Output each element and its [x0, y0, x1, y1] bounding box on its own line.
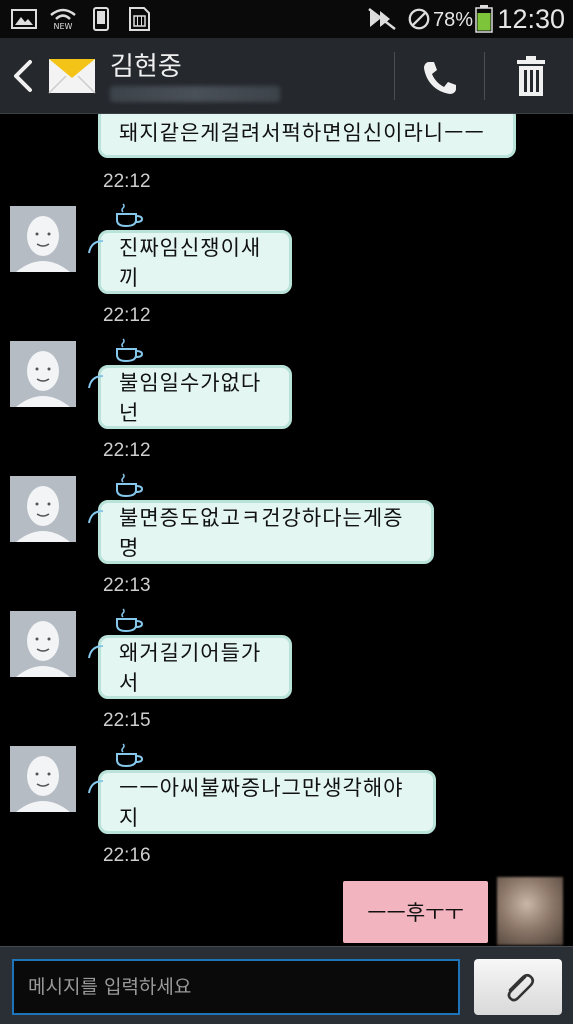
- avatar[interactable]: [10, 206, 76, 272]
- phone-icon: [93, 7, 109, 31]
- cup-icon: [116, 608, 144, 633]
- bubble-tail: [88, 375, 103, 389]
- composer-bar: [0, 946, 573, 1024]
- message-timestamp: 22:12: [103, 440, 151, 461]
- message-text: ㅡㅡ아씨불짜증나그만생각해야지: [119, 776, 404, 830]
- clock: 12:30: [497, 4, 565, 34]
- battery-icon: [475, 5, 493, 33]
- call-icon[interactable]: [412, 56, 464, 100]
- contact-name: 김현중: [110, 52, 182, 82]
- message-envelope-icon: [48, 59, 96, 94]
- avatar[interactable]: [10, 746, 76, 812]
- bubble-tail: [88, 510, 103, 524]
- message-input[interactable]: [12, 959, 460, 1015]
- status-bar: NEW 78% 12:30: [0, 0, 573, 38]
- avatar[interactable]: [10, 611, 76, 677]
- message-timestamp: 22:15: [103, 710, 151, 731]
- paperclip-icon: [507, 973, 535, 1002]
- received-message-bubble[interactable]: 진짜임신쟁이새끼: [88, 230, 292, 294]
- message-text: 불면증도없고ㅋ건강하다는게증명: [119, 506, 404, 560]
- cup-icon: [116, 338, 144, 363]
- message-text: 돼지같은게걸려서퍽하면임신이라니ㅡㅡ: [119, 121, 485, 145]
- my-avatar[interactable]: [497, 877, 563, 945]
- received-message-bubble[interactable]: 돼지같은게걸려서퍽하면임신이라니ㅡㅡ: [98, 114, 516, 158]
- attach-button[interactable]: [474, 959, 562, 1015]
- sim-icon: [129, 7, 150, 31]
- back-icon[interactable]: [8, 56, 38, 96]
- contact-number-blurred: [110, 86, 280, 102]
- avatar[interactable]: [10, 476, 76, 542]
- message-timestamp: 22:12: [103, 305, 151, 326]
- avatar[interactable]: [10, 341, 76, 407]
- divider: [394, 52, 395, 100]
- gallery-icon: [11, 9, 37, 29]
- message-timestamp: 22:13: [103, 575, 151, 596]
- received-message-bubble[interactable]: 불면증도없고ㅋ건강하다는게증명: [88, 500, 434, 564]
- message-text: ㅡㅡ후ㅜㅜ: [367, 901, 464, 925]
- cup-icon: [116, 743, 144, 768]
- message-timestamp: 22:12: [103, 171, 151, 192]
- message-text: 진짜임신쟁이새끼: [119, 236, 262, 290]
- conversation-header: 김현중: [0, 38, 573, 114]
- trash-icon[interactable]: [506, 54, 556, 100]
- received-message-bubble[interactable]: ㅡㅡ아씨불짜증나그만생각해야지: [88, 770, 436, 834]
- sent-message-bubble[interactable]: ㅡㅡ후ㅜㅜ: [343, 881, 488, 943]
- cup-icon: [116, 473, 144, 498]
- bubble-tail: [88, 780, 103, 794]
- message-text: 왜거길기어들가서: [119, 641, 262, 695]
- svg-text:NEW: NEW: [54, 22, 73, 31]
- bubble-tail: [88, 645, 103, 659]
- divider: [484, 52, 485, 100]
- received-message-bubble[interactable]: 불임일수가없다넌: [88, 365, 292, 429]
- cup-icon: [116, 203, 144, 228]
- message-list[interactable]: 돼지같은게걸려서퍽하면임신이라니ㅡㅡ 22:12 진짜임신쟁이새끼 22:12 …: [0, 114, 573, 946]
- battery-percent: 78%: [432, 9, 473, 31]
- mute-icon: [368, 8, 396, 30]
- received-message-bubble[interactable]: 왜거길기어들가서: [88, 635, 292, 699]
- wifi-new-icon: NEW: [50, 8, 76, 31]
- message-text: 불임일수가없다넌: [119, 371, 262, 425]
- message-timestamp: 22:16: [103, 845, 151, 866]
- bubble-tail: [88, 240, 103, 254]
- block-icon: [408, 8, 430, 30]
